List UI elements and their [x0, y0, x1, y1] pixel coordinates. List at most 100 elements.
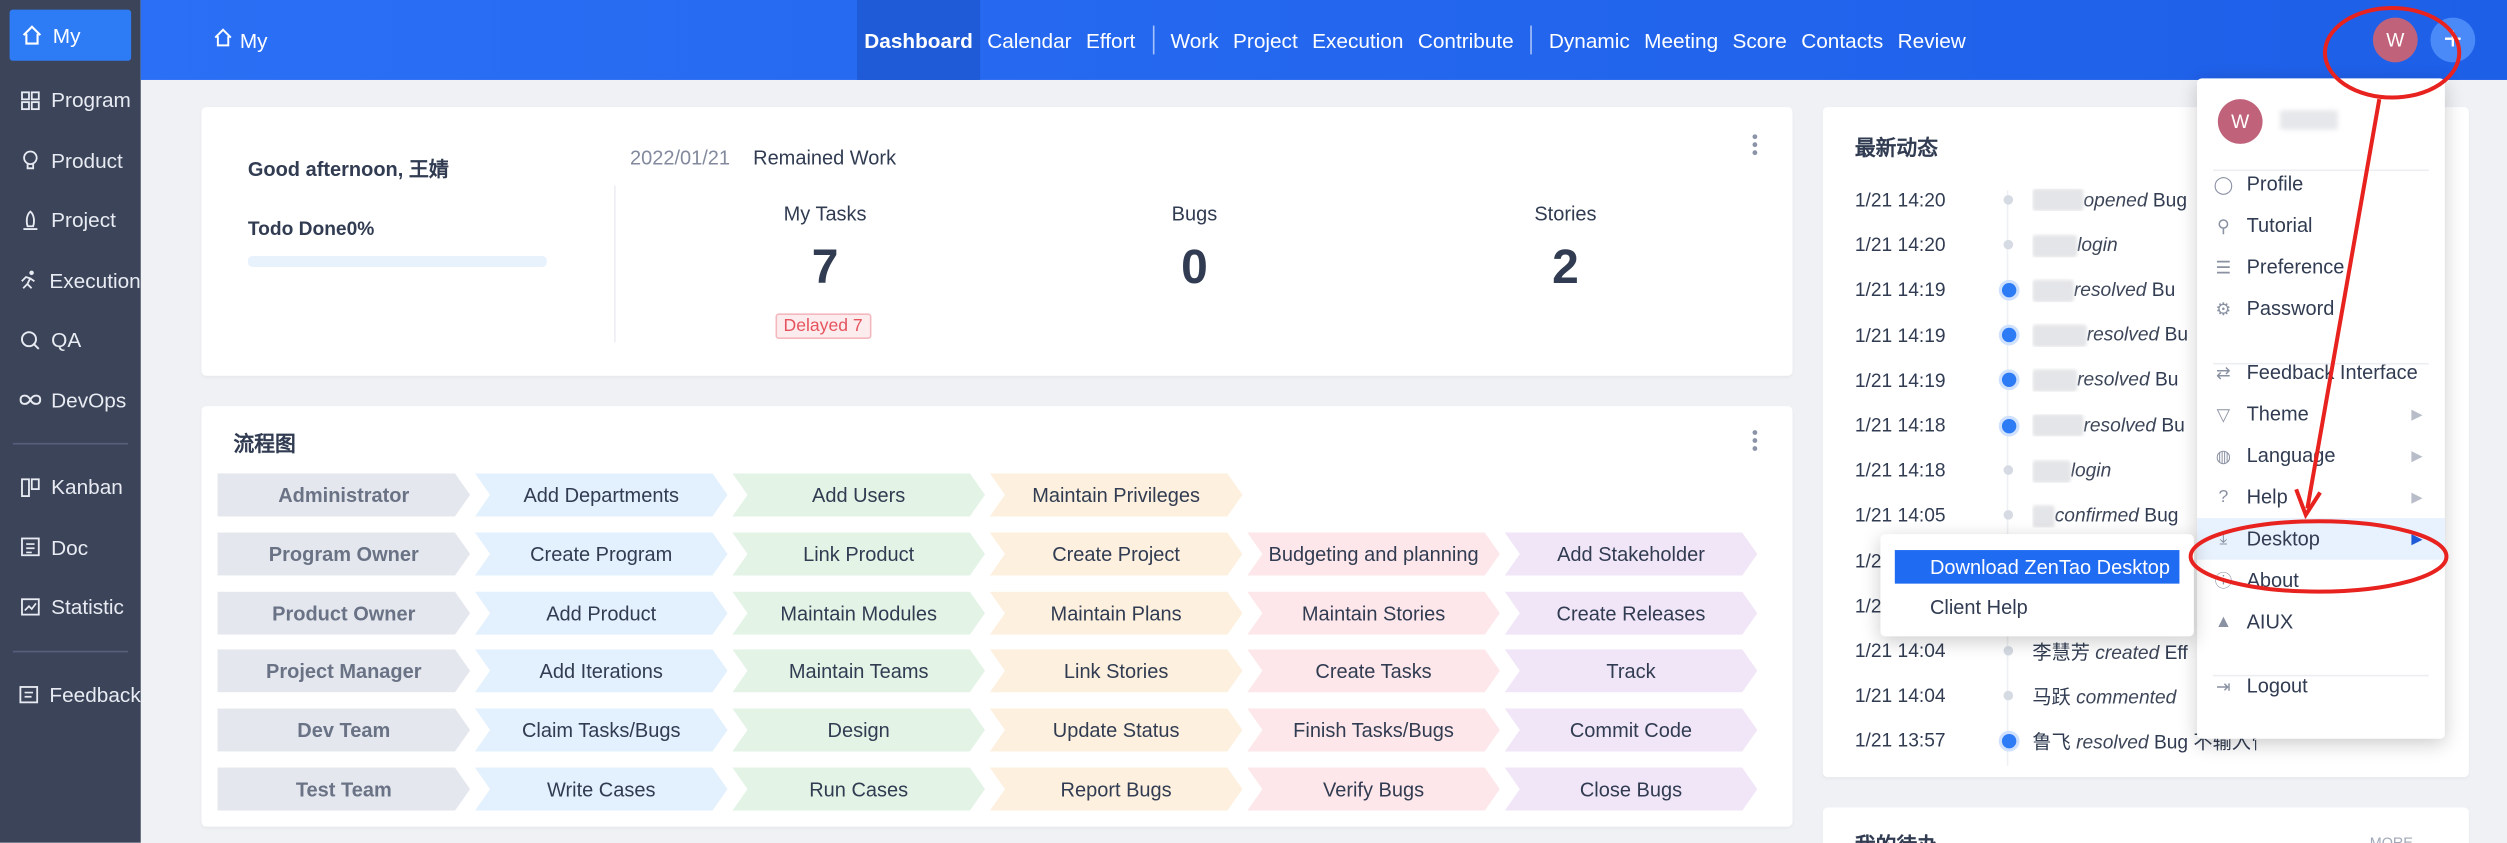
- activity-row: 1/21 14:04 马跃 commented: [1855, 673, 2256, 718]
- desktop-submenu: Download ZenTao Desktop Client Help: [1880, 534, 2194, 637]
- flow-step[interactable]: Create Releases: [1504, 591, 1758, 635]
- sidebar-item-label: Product: [51, 148, 123, 173]
- menu-item-theme[interactable]: ▽ Theme ▶: [2197, 393, 2445, 435]
- menu-item-aiux[interactable]: ▲ AIUX: [2197, 601, 2445, 643]
- sidebar-item-execution[interactable]: Execution: [0, 250, 141, 310]
- sidebar-item-doc[interactable]: Doc: [0, 517, 141, 577]
- menu-item-label: AIUX: [2246, 610, 2294, 634]
- menu-item-help[interactable]: ? Help ▶: [2197, 477, 2445, 519]
- flow-step[interactable]: Maintain Stories: [1247, 591, 1500, 635]
- timeline-dot: [1999, 461, 2018, 480]
- stat-my-tasks[interactable]: My Tasks 7: [697, 203, 953, 296]
- left-sidebar: My Program Product Project Execution QA …: [0, 0, 141, 843]
- nav-calendar[interactable]: Calendar: [980, 0, 1079, 80]
- flow-step[interactable]: Maintain Teams: [732, 649, 985, 693]
- sidebar-item-label: My: [52, 23, 81, 48]
- sidebar-item-feedback[interactable]: Feedback: [0, 664, 141, 724]
- sidebar-item-project[interactable]: Project: [0, 190, 141, 250]
- nav-meeting[interactable]: Meeting: [1637, 0, 1725, 80]
- more-options-icon[interactable]: [1752, 134, 1759, 156]
- flow-step[interactable]: Close Bugs: [1504, 767, 1758, 811]
- create-plus-button[interactable]: +: [2430, 17, 2476, 63]
- todo-progress-bar: [247, 255, 547, 268]
- activity-row: 1/21 14:05 confirmed Bug: [1855, 493, 2256, 538]
- flow-step[interactable]: Add Users: [732, 473, 985, 517]
- more-options-icon[interactable]: [1752, 430, 1759, 451]
- activity-time: 1/21 14:19: [1854, 323, 1946, 347]
- delayed-badge[interactable]: Delayed 7: [775, 313, 871, 339]
- flow-step[interactable]: Commit Code: [1504, 708, 1758, 752]
- sidebar-item-product[interactable]: Product: [0, 130, 141, 190]
- menu-item-preference[interactable]: ☰ Preference: [2197, 246, 2445, 288]
- menu-item-profile[interactable]: ◯ Profile: [2197, 163, 2445, 205]
- sidebar-item-devops[interactable]: DevOps: [0, 370, 141, 430]
- flow-step[interactable]: Write Cases: [474, 767, 728, 811]
- top-home-link[interactable]: My: [213, 27, 268, 53]
- nav-contacts[interactable]: Contacts: [1794, 0, 1890, 80]
- menu-item-feedback-interface[interactable]: ⇄ Feedback Interface: [2197, 352, 2445, 394]
- activity-action: created: [2095, 640, 2160, 663]
- stat-stories[interactable]: Stories 2: [1438, 203, 1694, 296]
- sidebar-item-qa[interactable]: QA: [0, 310, 141, 370]
- nav-contribute[interactable]: Contribute: [1411, 0, 1521, 80]
- flow-step[interactable]: Maintain Plans: [989, 591, 1243, 635]
- flow-step[interactable]: Budgeting and planning: [1247, 532, 1500, 576]
- sidebar-item-my[interactable]: My: [9, 9, 132, 61]
- flow-step[interactable]: Add Stakeholder: [1504, 532, 1758, 576]
- timeline-dot: [1999, 326, 2018, 345]
- timeline-dot: [1999, 641, 2018, 660]
- sidebar-item-statistic[interactable]: Statistic: [0, 577, 141, 637]
- flow-step[interactable]: Claim Tasks/Bugs: [474, 708, 728, 752]
- flow-step[interactable]: Verify Bugs: [1247, 767, 1500, 811]
- nav-work[interactable]: Work: [1163, 0, 1226, 80]
- activity-object: Bu: [2161, 413, 2185, 436]
- nav-review[interactable]: Review: [1890, 0, 1973, 80]
- client-help-item[interactable]: Client Help: [1895, 590, 2180, 624]
- activity-row: 1/21 14:18 login: [1855, 448, 2256, 493]
- home-icon: [213, 27, 234, 53]
- nav-effort[interactable]: Effort: [1079, 0, 1143, 80]
- more-link[interactable]: MORE: [2370, 835, 2413, 843]
- activity-row: 1/21 14:18 resolved Bu: [1855, 403, 2256, 448]
- nav-execution[interactable]: Execution: [1305, 0, 1411, 80]
- nav-project[interactable]: Project: [1226, 0, 1305, 80]
- menu-item-label: Preference: [2246, 255, 2345, 279]
- menu-item-desktop[interactable]: ⤓ Desktop ▶: [2197, 518, 2445, 560]
- flow-step[interactable]: Add Iterations: [474, 649, 728, 693]
- flow-step[interactable]: Run Cases: [732, 767, 985, 811]
- activity-time: 1/21 14:20: [1854, 188, 1946, 212]
- flow-step[interactable]: Link Product: [732, 532, 985, 576]
- flow-step[interactable]: Create Project: [989, 532, 1243, 576]
- menu-item-password[interactable]: ⚙ Password: [2197, 288, 2445, 330]
- flow-step[interactable]: Report Bugs: [989, 767, 1243, 811]
- download-zentao-desktop-item[interactable]: Download ZenTao Desktop: [1894, 550, 2180, 584]
- stat-bugs[interactable]: Bugs 0: [1067, 203, 1323, 296]
- user-avatar[interactable]: W: [2372, 17, 2418, 63]
- menu-item-tutorial[interactable]: ⚲ Tutorial: [2197, 205, 2445, 247]
- flow-step[interactable]: Track: [1504, 649, 1758, 693]
- flow-step[interactable]: Create Program: [474, 532, 728, 576]
- menu-item-logout[interactable]: ⇥ Logout: [2197, 665, 2445, 707]
- sidebar-item-kanban[interactable]: Kanban: [0, 457, 141, 517]
- nav-dashboard[interactable]: Dashboard: [857, 0, 981, 80]
- nav-score[interactable]: Score: [1725, 0, 1794, 80]
- sidebar-item-label: Statistic: [51, 595, 124, 620]
- sidebar-item-program[interactable]: Program: [0, 70, 141, 130]
- activity-time: 1/21 14:04: [1854, 639, 1946, 662]
- menu-item-about[interactable]: ⓘ About: [2197, 560, 2445, 602]
- user-icon: ◯: [2213, 175, 2234, 195]
- flow-step[interactable]: Finish Tasks/Bugs: [1247, 708, 1500, 752]
- flow-step[interactable]: Design: [732, 708, 985, 752]
- flow-step[interactable]: Update Status: [989, 708, 1243, 752]
- menu-item-language[interactable]: ◍ Language ▶: [2197, 435, 2445, 477]
- flow-step[interactable]: Link Stories: [989, 649, 1243, 693]
- flow-step[interactable]: Add Product: [474, 591, 728, 635]
- timeline-dot: [1999, 416, 2018, 435]
- flow-step[interactable]: Create Tasks: [1247, 649, 1500, 693]
- flow-step[interactable]: Add Departments: [474, 473, 728, 517]
- flow-step[interactable]: Maintain Privileges: [989, 473, 1243, 517]
- nav-dynamic[interactable]: Dynamic: [1542, 0, 1637, 80]
- flow-step[interactable]: Maintain Modules: [732, 591, 985, 635]
- activity-row: 1/21 14:20 login: [1855, 223, 2256, 268]
- activity-time: 1/21 14:04: [1854, 684, 1946, 708]
